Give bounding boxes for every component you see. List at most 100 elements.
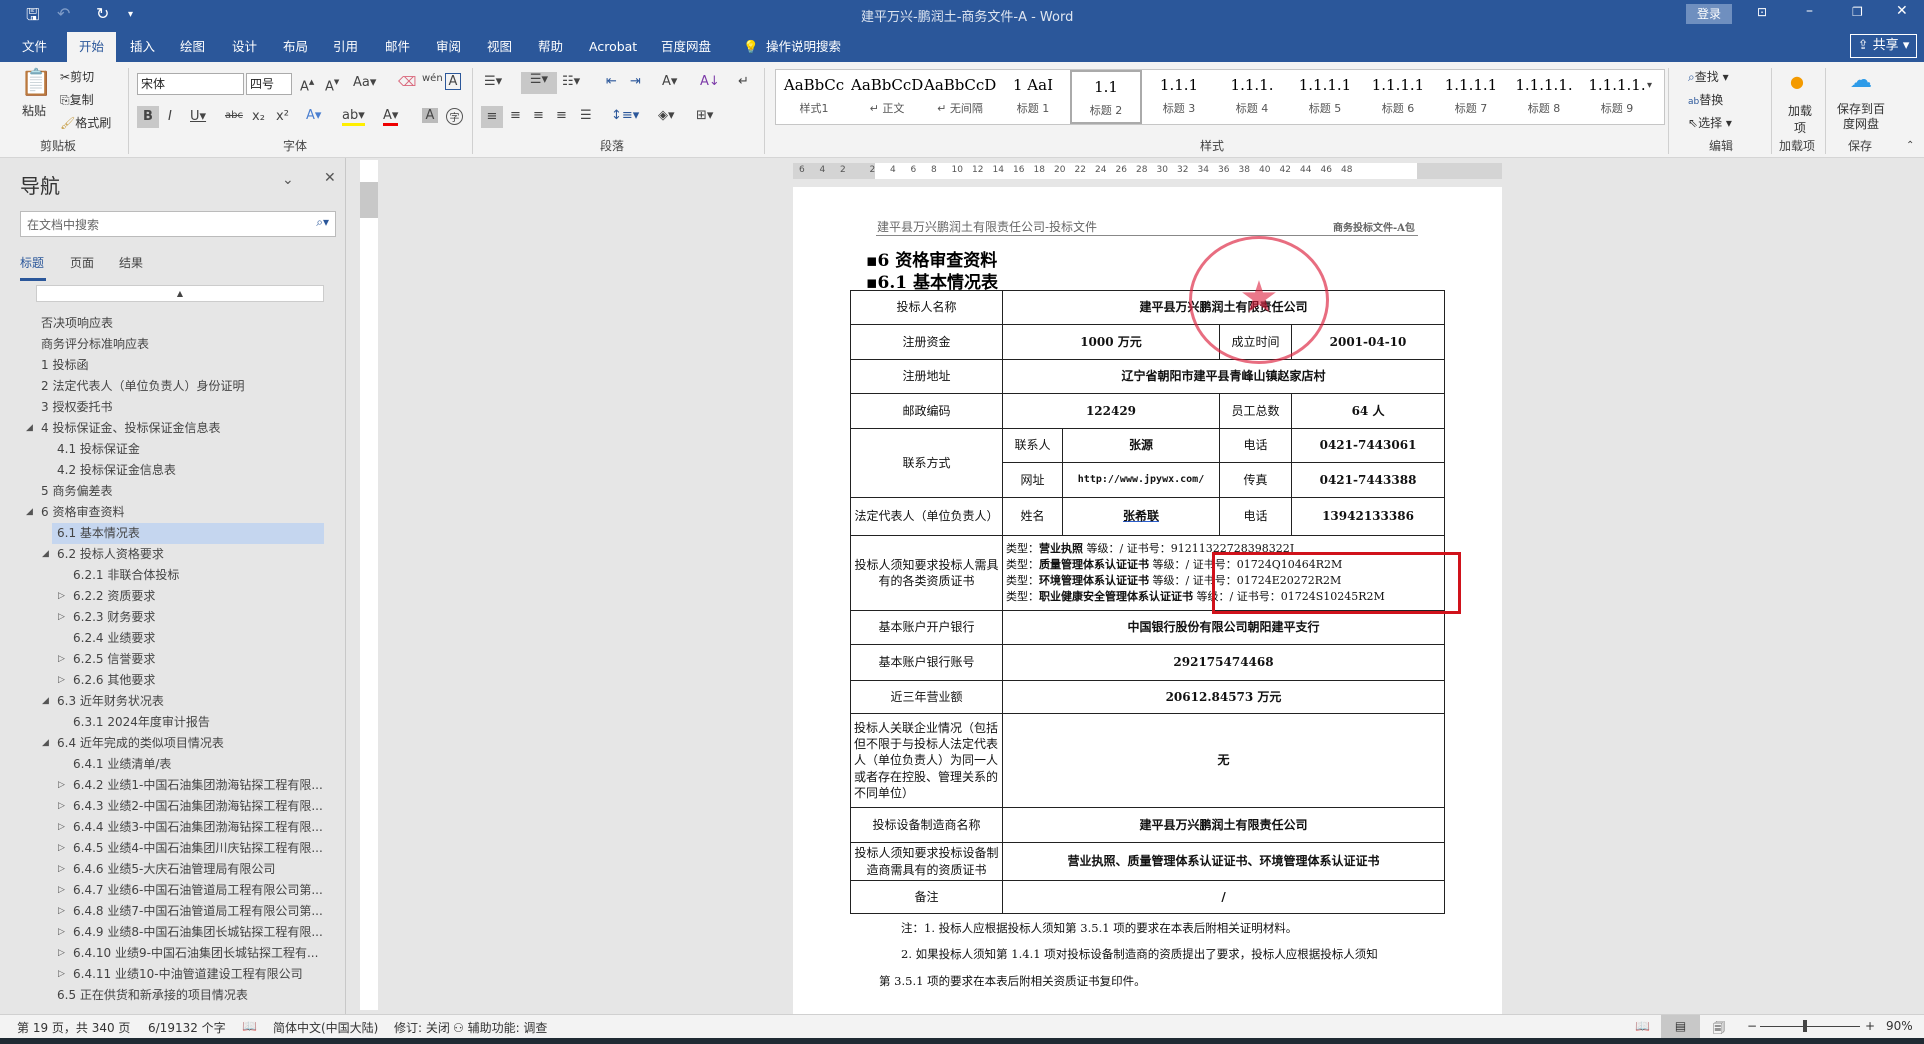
strikethrough-button[interactable]: abc: [225, 110, 243, 121]
nav-item[interactable]: 6.2.4 业绩要求: [68, 628, 324, 649]
cell-revenue[interactable]: 20612.84573 万元: [1001, 680, 1446, 714]
nav-item[interactable]: 6.2.5 信誉要求: [68, 649, 324, 670]
addins-icon[interactable]: ●: [1790, 72, 1804, 91]
nav-tab-pages[interactable]: 页面: [70, 254, 94, 271]
style-9[interactable]: 1.1.1.1 标题 6: [1362, 70, 1434, 124]
distributed-button[interactable]: ☰: [580, 108, 592, 123]
paste-icon[interactable]: 📋: [20, 68, 52, 98]
collapse-ribbon-icon[interactable]: ⌃: [1906, 140, 1914, 151]
undo-icon[interactable]: ↶: [57, 4, 70, 23]
style-4[interactable]: 1 AaI 标题 1: [997, 70, 1069, 124]
share-button[interactable]: ⇪ 共享 ▾: [1850, 34, 1917, 58]
tab-acrobat[interactable]: Acrobat: [583, 32, 643, 62]
tab-layout[interactable]: 布局: [277, 32, 314, 62]
grow-font-icon[interactable]: A▴: [300, 75, 314, 94]
cell-contact-person[interactable]: 张源: [1062, 428, 1220, 463]
horizontal-ruler[interactable]: 6 4 2 2 4 6 8 10 12 14 16 18 20 22 24 26 28 30 32 34 36 38 40 4…: [793, 163, 1502, 179]
nav-item[interactable]: 5 商务偏差表: [36, 481, 324, 502]
copy-button[interactable]: ⎘复制: [60, 91, 94, 108]
collapse-arrow-icon[interactable]: ◢: [26, 502, 33, 523]
expand-arrow-icon[interactable]: ▷: [58, 670, 65, 691]
cell-legal-phone[interactable]: 13942133386: [1290, 497, 1446, 536]
read-mode-icon[interactable]: 📖: [1635, 1019, 1650, 1033]
find-button[interactable]: ⌕查找 ▾: [1688, 68, 1729, 85]
collapse-arrow-icon[interactable]: ◢: [26, 418, 33, 439]
expand-arrow-icon[interactable]: ▷: [58, 649, 65, 670]
shading-icon[interactable]: ◈▾: [658, 108, 675, 123]
cell-maker-cert[interactable]: 营业执照、质量管理体系认证证书、环境管理体系认证证书: [1001, 842, 1446, 881]
scroll-up-button[interactable]: ▲: [36, 285, 324, 302]
page-count[interactable]: 第 19 页，共 340 页: [17, 1019, 130, 1036]
text-effects-icon[interactable]: A▾: [306, 108, 321, 123]
cell-legal-name[interactable]: 张希联: [1062, 497, 1220, 536]
expand-arrow-icon[interactable]: ▷: [58, 964, 65, 985]
collapse-arrow-icon[interactable]: ◢: [42, 733, 49, 754]
cell-account[interactable]: 292175474468: [1001, 644, 1446, 681]
font-color-icon[interactable]: A▾: [383, 108, 399, 126]
cut-button[interactable]: ✂剪切: [60, 68, 94, 85]
tell-me-search[interactable]: 操作说明搜索: [760, 32, 847, 62]
character-shading-icon[interactable]: A: [422, 108, 438, 123]
expand-arrow-icon[interactable]: ▷: [58, 922, 65, 943]
clear-formatting-icon[interactable]: ⌫: [398, 75, 416, 90]
nav-item[interactable]: 6.4.6 业绩5-大庆石油管理局有限公司: [68, 859, 324, 880]
nav-item[interactable]: 6.4.4 业绩3-中国石油集团渤海钻探工程有限...: [68, 817, 324, 838]
style-12[interactable]: 1.1.1.1. 标题 9: [1581, 70, 1653, 124]
style-1[interactable]: AaBbCc 样式1: [778, 70, 850, 124]
redo-icon[interactable]: ↻: [96, 4, 109, 23]
expand-arrow-icon[interactable]: ▷: [58, 859, 65, 880]
accessibility-status[interactable]: ⚇ 辅助功能: 调查: [453, 1019, 547, 1036]
phonetic-guide-icon[interactable]: wén: [422, 73, 443, 84]
highlight-icon[interactable]: ab▾: [342, 108, 365, 126]
vertical-ruler[interactable]: [360, 160, 378, 1010]
nav-item[interactable]: 6.5 正在供货和新承接的项目情况表: [52, 985, 324, 1006]
tab-mailings[interactable]: 邮件: [379, 32, 416, 62]
expand-arrow-icon[interactable]: ▷: [58, 880, 65, 901]
search-icon[interactable]: ⌕▾: [316, 215, 329, 230]
save-to-netdisk-button[interactable]: 保存到百度网盘: [1834, 102, 1888, 132]
cell-capital[interactable]: 1000 万元: [1002, 324, 1220, 360]
addins-button[interactable]: 加载项: [1786, 102, 1814, 136]
bold-button[interactable]: B: [137, 106, 159, 128]
nav-item[interactable]: 6.1 基本情况表: [52, 523, 324, 544]
line-spacing-icon[interactable]: ↕≡▾: [611, 108, 639, 123]
nav-item[interactable]: 6.2.6 其他要求: [68, 670, 324, 691]
nav-item[interactable]: 6.4.5 业绩4-中国石油集团川庆钻探工程有限...: [68, 838, 324, 859]
expand-arrow-icon[interactable]: ▷: [58, 586, 65, 607]
bullets-icon[interactable]: ☰▾: [484, 74, 502, 89]
zoom-slider-track[interactable]: [1760, 1026, 1860, 1027]
justify-button[interactable]: ≡: [556, 108, 567, 123]
nav-item[interactable]: 6.2.2 资质要求: [68, 586, 324, 607]
enclose-characters-icon[interactable]: 字: [446, 108, 463, 125]
tab-file[interactable]: 文件: [16, 32, 53, 62]
cell-website[interactable]: http://www.jpywx.com/: [1062, 462, 1220, 498]
underline-button[interactable]: U▾: [190, 109, 206, 124]
change-case-icon[interactable]: Aa▾: [353, 75, 376, 90]
nav-item[interactable]: 6.4.2 业绩1-中国石油集团渤海钻探工程有限...: [68, 775, 324, 796]
multilevel-list-icon[interactable]: ☷▾: [562, 74, 580, 89]
nav-item[interactable]: 6.4.11 业绩10-中油管道建设工程有限公司: [68, 964, 324, 985]
zoom-slider-thumb[interactable]: [1803, 1020, 1807, 1032]
style-5[interactable]: 1.1 标题 2: [1070, 70, 1142, 124]
zoom-level[interactable]: 90%: [1886, 1019, 1913, 1033]
nav-item[interactable]: 4.1 投标保证金: [52, 439, 324, 460]
nav-item[interactable]: 否决项响应表: [36, 313, 324, 334]
zoom-out-button[interactable]: −: [1747, 1019, 1757, 1033]
restore-icon[interactable]: ❐: [1852, 5, 1863, 19]
cell-staff[interactable]: 64 人: [1290, 393, 1446, 429]
tab-view[interactable]: 视图: [481, 32, 518, 62]
print-layout-icon[interactable]: ▤: [1661, 1015, 1700, 1038]
nav-item[interactable]: 6.2.1 非联合体投标: [68, 565, 324, 586]
collapse-arrow-icon[interactable]: ◢: [42, 544, 49, 565]
nav-item[interactable]: 6.4.10 业绩9-中国石油集团长城钻探工程有...: [68, 943, 324, 964]
cell-related[interactable]: 无: [1001, 713, 1446, 808]
style-11[interactable]: 1.1.1.1. 标题 8: [1508, 70, 1580, 124]
styles-more-icon[interactable]: ▾: [1647, 80, 1652, 91]
font-size-select[interactable]: 四号: [246, 73, 292, 95]
nav-close-icon[interactable]: ✕: [324, 170, 336, 186]
style-2[interactable]: AaBbCcDdI ↵ 正文: [851, 70, 923, 124]
align-left-button[interactable]: ≡: [481, 106, 503, 128]
nav-item[interactable]: 6.4 近年完成的类似项目情况表: [52, 733, 324, 754]
collapse-arrow-icon[interactable]: ◢: [42, 691, 49, 712]
nav-tab-results[interactable]: 结果: [119, 254, 143, 271]
